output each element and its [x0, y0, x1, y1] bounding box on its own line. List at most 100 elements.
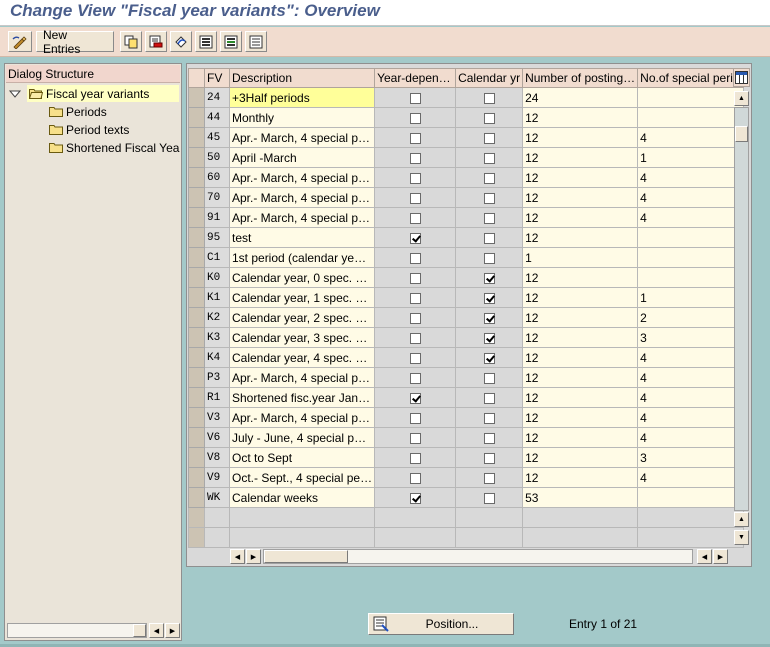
- posting-periods-cell[interactable]: 12: [522, 107, 639, 128]
- calendar-year-checkbox[interactable]: [455, 467, 524, 488]
- checkbox[interactable]: [483, 172, 495, 184]
- special-periods-cell[interactable]: [637, 267, 745, 288]
- row-selector[interactable]: [188, 467, 205, 488]
- special-periods-cell[interactable]: 4: [637, 347, 745, 368]
- checkbox[interactable]: [409, 212, 421, 224]
- description-cell[interactable]: Calendar year, 1 spec. …: [228, 287, 376, 308]
- fv-cell[interactable]: 50: [204, 147, 230, 168]
- fv-cell[interactable]: V3: [204, 407, 230, 428]
- column-header-posting-periods[interactable]: Number of posting…: [522, 68, 639, 88]
- calendar-year-checkbox[interactable]: [455, 347, 524, 368]
- fv-cell[interactable]: K3: [204, 327, 230, 348]
- year-dependent-checkbox[interactable]: [374, 347, 457, 368]
- posting-periods-cell[interactable]: 12: [522, 147, 639, 168]
- row-selector[interactable]: [188, 407, 205, 428]
- fv-cell[interactable]: K1: [204, 287, 230, 308]
- checkbox[interactable]: [483, 372, 495, 384]
- scroll-up-icon[interactable]: ▲: [734, 512, 749, 527]
- tree-horizontal-scrollbar[interactable]: ◀ ▶: [6, 622, 180, 639]
- calendar-year-checkbox[interactable]: [455, 247, 524, 268]
- checkbox[interactable]: [409, 332, 421, 344]
- fv-cell[interactable]: K0: [204, 267, 230, 288]
- year-dependent-checkbox[interactable]: [374, 267, 457, 288]
- row-selector[interactable]: [188, 267, 205, 288]
- row-selector[interactable]: [188, 147, 205, 168]
- row-selector[interactable]: [188, 427, 205, 448]
- calendar-year-checkbox[interactable]: [455, 87, 524, 108]
- special-periods-cell[interactable]: 3: [637, 447, 745, 468]
- deselect-all-icon[interactable]: [245, 31, 267, 52]
- posting-periods-cell[interactable]: 1: [522, 247, 639, 268]
- checkbox[interactable]: [483, 292, 495, 304]
- tree-item-period-texts[interactable]: Period texts: [49, 121, 129, 138]
- posting-periods-cell[interactable]: 12: [522, 447, 639, 468]
- checkbox[interactable]: [409, 372, 421, 384]
- posting-periods-cell[interactable]: 12: [522, 267, 639, 288]
- display-change-icon[interactable]: [8, 31, 32, 52]
- description-cell[interactable]: Apr.- March, 4 special p…: [228, 167, 376, 188]
- checkbox[interactable]: [483, 312, 495, 324]
- table-horizontal-scrollbar[interactable]: ◀ ▶ ◀ ▶: [229, 548, 733, 565]
- year-dependent-checkbox[interactable]: [374, 127, 457, 148]
- special-periods-cell[interactable]: 4: [637, 367, 745, 388]
- scroll-right-icon[interactable]: ▶: [246, 549, 261, 564]
- scroll-track[interactable]: [734, 107, 749, 511]
- description-cell[interactable]: Calendar year, 4 spec. …: [228, 347, 376, 368]
- checkbox[interactable]: [409, 152, 421, 164]
- posting-periods-cell[interactable]: 12: [522, 187, 639, 208]
- checkbox[interactable]: [409, 292, 421, 304]
- posting-periods-cell[interactable]: 12: [522, 287, 639, 308]
- copy-icon[interactable]: [120, 31, 142, 52]
- special-periods-cell[interactable]: [637, 87, 745, 108]
- scroll-left-icon[interactable]: ◀: [697, 549, 712, 564]
- row-selector[interactable]: [188, 107, 205, 128]
- special-periods-cell[interactable]: 4: [637, 467, 745, 488]
- special-periods-cell[interactable]: 2: [637, 307, 745, 328]
- fv-cell[interactable]: 24: [204, 87, 230, 108]
- checkbox[interactable]: [483, 152, 495, 164]
- calendar-year-checkbox[interactable]: [455, 327, 524, 348]
- column-header-year-dependent[interactable]: Year-depen…: [374, 68, 457, 88]
- fv-cell[interactable]: K2: [204, 307, 230, 328]
- checkbox[interactable]: [483, 252, 495, 264]
- scroll-track[interactable]: [7, 623, 147, 638]
- checkbox[interactable]: [483, 92, 495, 104]
- special-periods-cell[interactable]: [637, 227, 745, 248]
- calendar-year-checkbox[interactable]: [455, 367, 524, 388]
- row-selector[interactable]: [188, 487, 205, 508]
- year-dependent-checkbox[interactable]: [374, 307, 457, 328]
- tree-item-shortened-fiscal-year[interactable]: Shortened Fiscal Yea: [49, 139, 181, 156]
- special-periods-cell[interactable]: [637, 247, 745, 268]
- row-selector[interactable]: [188, 247, 205, 268]
- calendar-year-checkbox[interactable]: [455, 107, 524, 128]
- row-selector[interactable]: [188, 327, 205, 348]
- fv-cell[interactable]: 70: [204, 187, 230, 208]
- calendar-year-checkbox[interactable]: [455, 187, 524, 208]
- row-selector[interactable]: [188, 287, 205, 308]
- year-dependent-checkbox[interactable]: [374, 487, 457, 508]
- checkbox[interactable]: [409, 192, 421, 204]
- year-dependent-checkbox[interactable]: [374, 167, 457, 188]
- calendar-year-checkbox[interactable]: [455, 387, 524, 408]
- new-entries-button[interactable]: New Entries: [36, 28, 114, 56]
- posting-periods-cell[interactable]: 12: [522, 207, 639, 228]
- posting-periods-cell[interactable]: 12: [522, 387, 639, 408]
- posting-periods-cell[interactable]: 12: [522, 327, 639, 348]
- select-all-rows-button[interactable]: [188, 68, 205, 88]
- checkbox[interactable]: [409, 432, 421, 444]
- scroll-track[interactable]: [263, 549, 693, 564]
- column-header-fv[interactable]: FV: [204, 68, 230, 88]
- row-selector[interactable]: [188, 207, 205, 228]
- calendar-year-checkbox[interactable]: [455, 407, 524, 428]
- fv-cell[interactable]: R1: [204, 387, 230, 408]
- fv-cell[interactable]: 45: [204, 127, 230, 148]
- special-periods-cell[interactable]: 1: [637, 287, 745, 308]
- description-cell[interactable]: Apr.- March, 4 special p…: [228, 367, 376, 388]
- description-cell[interactable]: Calendar year, 3 spec. …: [228, 327, 376, 348]
- year-dependent-checkbox[interactable]: [374, 247, 457, 268]
- checkbox[interactable]: [409, 412, 421, 424]
- checkbox[interactable]: [409, 492, 421, 504]
- posting-periods-cell[interactable]: 12: [522, 367, 639, 388]
- year-dependent-checkbox[interactable]: [374, 387, 457, 408]
- row-selector[interactable]: [188, 87, 205, 108]
